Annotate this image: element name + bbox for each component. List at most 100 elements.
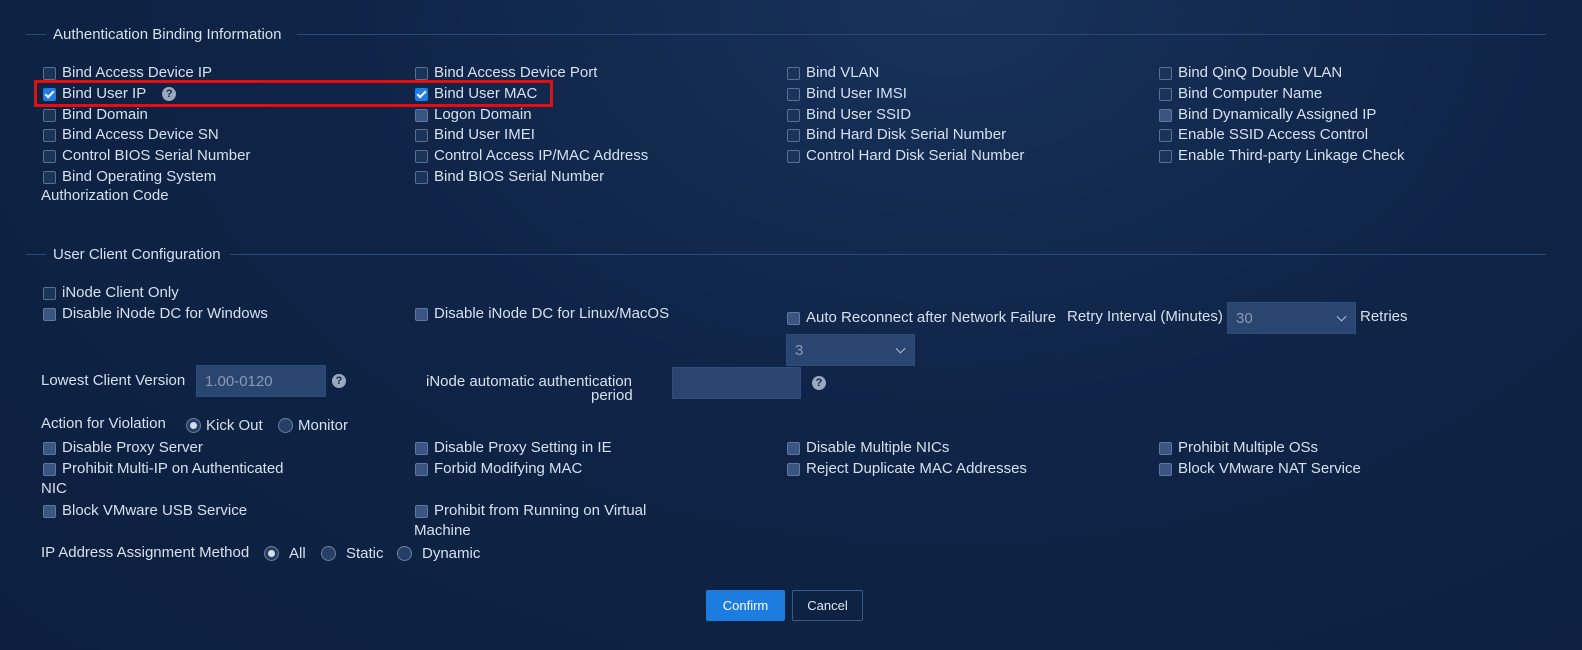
checkbox-label: Control Access IP/MAC Address bbox=[434, 147, 649, 164]
auth-section-line-left bbox=[26, 34, 46, 35]
auth-col3-checkbox-1[interactable]: Bind VLAN bbox=[785, 62, 879, 83]
confirm-button[interactable]: Confirm bbox=[706, 590, 785, 621]
retry-interval-select[interactable]: 30 bbox=[1227, 302, 1356, 334]
auth-col4-checkbox-4[interactable]: Enable SSID Access Control bbox=[1157, 124, 1368, 145]
checkbox-box bbox=[787, 312, 800, 325]
help-icon[interactable]: ? bbox=[332, 374, 346, 388]
retries-select[interactable]: 3 bbox=[786, 334, 915, 366]
radio-kick-out[interactable]: Kick Out bbox=[186, 417, 263, 434]
auth-col4-checkbox-1[interactable]: Bind QinQ Double VLAN bbox=[1157, 62, 1342, 83]
forbid-modifying-mac-checkbox[interactable]: Forbid Modifying MAC bbox=[413, 458, 582, 479]
disable-multiple-nics-checkbox[interactable]: Disable Multiple NICs bbox=[785, 437, 949, 458]
checkbox-box bbox=[43, 129, 56, 142]
checkbox-label: Disable Proxy Server bbox=[62, 439, 203, 456]
checkbox-box bbox=[787, 442, 800, 455]
checkbox-box bbox=[415, 67, 428, 80]
auto-reconnect-checkbox[interactable]: Auto Reconnect after Network Failure bbox=[785, 307, 1056, 328]
checkbox-box bbox=[1159, 442, 1172, 455]
radio-ip-all[interactable]: All bbox=[264, 545, 306, 562]
auth-section-line-right bbox=[297, 34, 1546, 35]
radio-ip-static[interactable]: Static bbox=[321, 545, 384, 562]
checkbox-box bbox=[415, 505, 428, 518]
client-section-line-right bbox=[230, 254, 1546, 255]
checkbox-box bbox=[415, 109, 428, 122]
inode-client-only-checkbox[interactable]: iNode Client Only bbox=[41, 282, 179, 303]
auth-col3-checkbox-2[interactable]: Bind User IMSI bbox=[785, 83, 907, 104]
radio-label: Static bbox=[346, 545, 384, 562]
checkbox-box bbox=[43, 67, 56, 80]
disable-dc-linux-checkbox[interactable]: Disable iNode DC for Linux/MacOS bbox=[413, 303, 669, 324]
prohibit-virtual-machine-checkbox[interactable]: Prohibit from Running on Virtual bbox=[413, 500, 646, 521]
checkbox-box bbox=[1159, 129, 1172, 142]
checkbox-box bbox=[43, 150, 56, 163]
checkbox-box bbox=[43, 463, 56, 476]
radio-label: Monitor bbox=[298, 417, 349, 434]
prohibit-multiple-oss-checkbox[interactable]: Prohibit Multiple OSs bbox=[1157, 437, 1318, 458]
checkbox-label: Enable Third-party Linkage Check bbox=[1178, 147, 1405, 164]
auth-col1-checkbox-4[interactable]: Bind Access Device SN bbox=[41, 124, 219, 145]
auth-col3-checkbox-5[interactable]: Control Hard Disk Serial Number bbox=[785, 145, 1024, 166]
auth-col2-checkbox-3[interactable]: Logon Domain bbox=[413, 104, 532, 125]
lowest-version-input[interactable]: 1.00-0120 bbox=[196, 365, 326, 397]
radio-dot bbox=[264, 546, 279, 561]
auth-section-title: Authentication Binding Information bbox=[53, 26, 282, 43]
auth-col1-checkbox-5[interactable]: Control BIOS Serial Number bbox=[41, 145, 250, 166]
auth-col3-checkbox-4[interactable]: Bind Hard Disk Serial Number bbox=[785, 124, 1006, 145]
retries-label: Retries bbox=[1360, 308, 1408, 325]
checkbox-label: Bind Hard Disk Serial Number bbox=[806, 126, 1007, 143]
auth-col1-checkbox-6[interactable]: Bind Operating System bbox=[41, 166, 216, 187]
checkbox-label: iNode Client Only bbox=[62, 284, 179, 301]
reject-duplicate-mac-checkbox[interactable]: Reject Duplicate MAC Addresses bbox=[785, 458, 1027, 479]
checkbox-label: Bind User IMEI bbox=[434, 126, 535, 143]
auth-col2-checkbox-6[interactable]: Bind BIOS Serial Number bbox=[413, 166, 604, 187]
checkbox-label: Bind Access Device SN bbox=[62, 126, 219, 143]
checkbox-label: Bind Dynamically Assigned IP bbox=[1178, 106, 1377, 123]
auth-col1-checkbox-3[interactable]: Bind Domain bbox=[41, 104, 148, 125]
disable-proxy-server-checkbox[interactable]: Disable Proxy Server bbox=[41, 437, 203, 458]
cancel-button[interactable]: Cancel bbox=[792, 590, 863, 621]
radio-label: All bbox=[289, 545, 306, 562]
checkbox-label: Block VMware NAT Service bbox=[1178, 460, 1361, 477]
checkbox-box bbox=[787, 150, 800, 163]
auth-col2-checkbox-5[interactable]: Control Access IP/MAC Address bbox=[413, 145, 648, 166]
disable-dc-windows-checkbox[interactable]: Disable iNode DC for Windows bbox=[41, 303, 268, 324]
auth-col4-checkbox-2[interactable]: Bind Computer Name bbox=[1157, 83, 1322, 104]
help-icon[interactable]: ? bbox=[812, 376, 826, 390]
checkbox-box bbox=[787, 67, 800, 80]
auth-col1-extra-label: Authorization Code bbox=[41, 187, 169, 204]
checkbox-label: Reject Duplicate MAC Addresses bbox=[806, 460, 1027, 477]
block-vmware-nat-checkbox[interactable]: Block VMware NAT Service bbox=[1157, 458, 1361, 479]
checkbox-box bbox=[43, 109, 56, 122]
checkbox-label: Control BIOS Serial Number bbox=[62, 147, 251, 164]
disable-proxy-ie-checkbox[interactable]: Disable Proxy Setting in IE bbox=[413, 437, 612, 458]
checkbox-box bbox=[43, 442, 56, 455]
checkbox-box bbox=[415, 308, 428, 321]
lowest-version-value: 1.00-0120 bbox=[205, 372, 273, 390]
prohibit-virtual-machine-label-cont: Machine bbox=[414, 522, 471, 539]
auth-col4-checkbox-3[interactable]: Bind Dynamically Assigned IP bbox=[1157, 104, 1376, 125]
checkbox-box bbox=[415, 150, 428, 163]
auto-auth-period-input[interactable] bbox=[672, 367, 801, 399]
ip-method-label: IP Address Assignment Method bbox=[41, 544, 250, 561]
checkbox-label: Bind Domain bbox=[62, 106, 148, 123]
block-vmware-usb-checkbox[interactable]: Block VMware USB Service bbox=[41, 500, 247, 521]
checkbox-label: Bind User IMSI bbox=[806, 85, 907, 102]
retry-interval-label: Retry Interval (Minutes) bbox=[1067, 308, 1223, 325]
checkbox-label: Forbid Modifying MAC bbox=[434, 460, 583, 477]
prohibit-multi-ip-checkbox[interactable]: Prohibit Multi-IP on Authenticated bbox=[41, 458, 284, 479]
checkbox-box bbox=[43, 308, 56, 321]
checkbox-box bbox=[1159, 67, 1172, 80]
retries-value: 3 bbox=[795, 341, 804, 359]
checkbox-label: Bind QinQ Double VLAN bbox=[1178, 64, 1343, 81]
radio-ip-dynamic[interactable]: Dynamic bbox=[397, 545, 480, 562]
prohibit-multi-ip-label-cont: NIC bbox=[41, 480, 67, 497]
auth-col3-checkbox-3[interactable]: Bind User SSID bbox=[785, 104, 911, 125]
auth-col4-checkbox-5[interactable]: Enable Third-party Linkage Check bbox=[1157, 145, 1405, 166]
highlight-box bbox=[34, 80, 553, 107]
radio-monitor[interactable]: Monitor bbox=[278, 417, 348, 434]
checkbox-label: Enable SSID Access Control bbox=[1178, 126, 1369, 143]
checkbox-box bbox=[415, 129, 428, 142]
auth-col2-checkbox-4[interactable]: Bind User IMEI bbox=[413, 124, 535, 145]
checkbox-label: Bind User SSID bbox=[806, 106, 912, 123]
chevron-down-icon bbox=[1336, 311, 1347, 322]
